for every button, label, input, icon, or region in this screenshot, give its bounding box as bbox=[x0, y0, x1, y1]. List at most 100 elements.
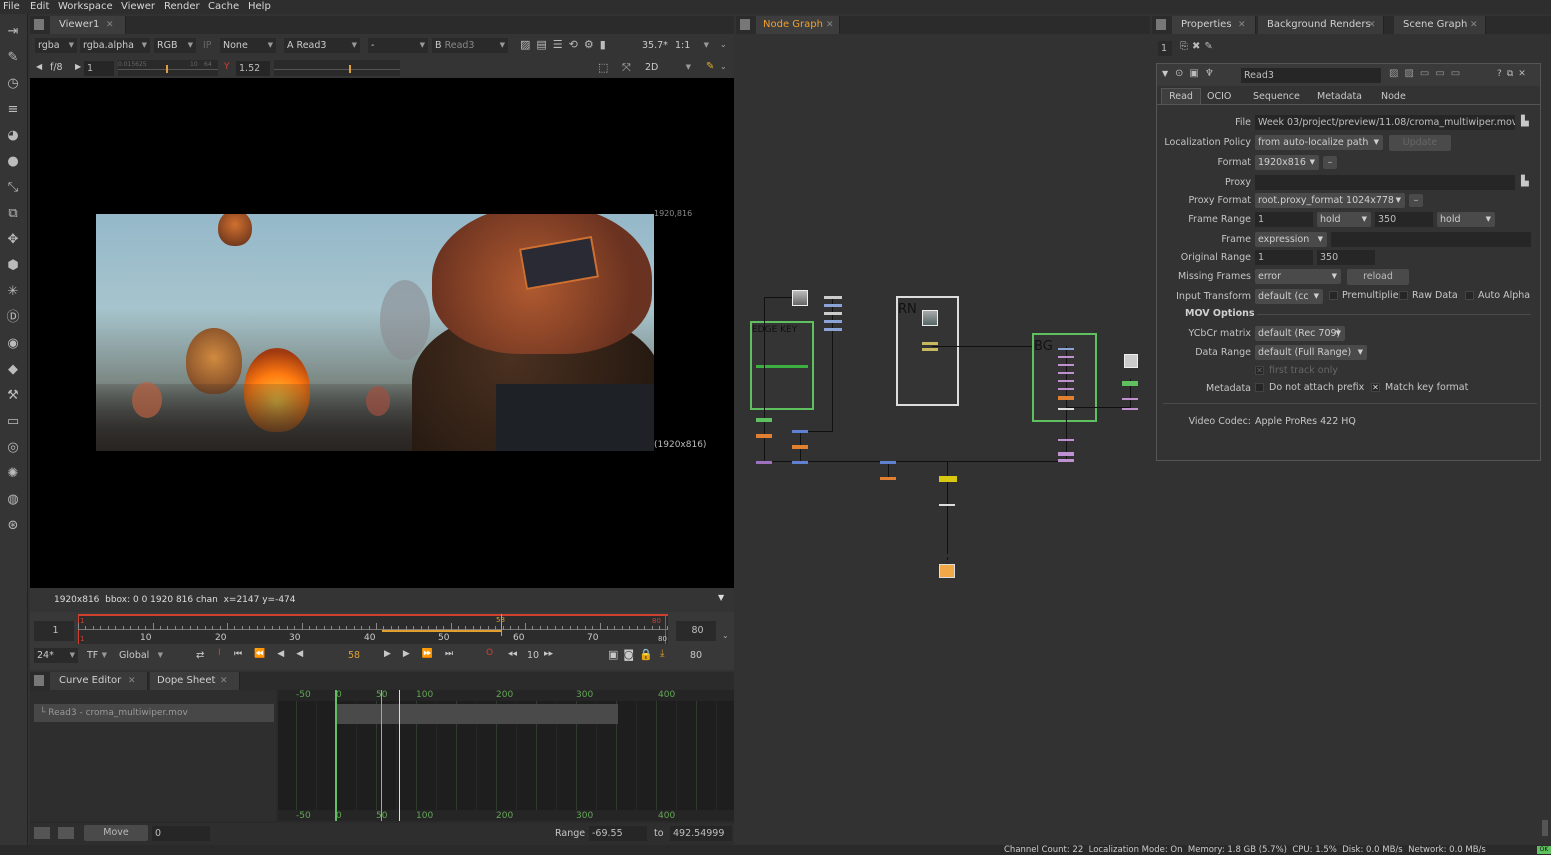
node[interactable] bbox=[1058, 372, 1074, 374]
time-tool-icon[interactable]: ◷ bbox=[5, 76, 21, 92]
image-tool-icon[interactable]: ⇥ bbox=[5, 24, 21, 40]
track-row[interactable]: └ Read3 - croma_multiwiper.mov bbox=[34, 704, 274, 722]
tab-node[interactable]: Node bbox=[1381, 89, 1406, 104]
view-mode-dropdown[interactable]: 2D ▼ bbox=[642, 60, 694, 75]
collapse-icon[interactable]: ▼ bbox=[1162, 69, 1168, 78]
raw-data-checkbox[interactable] bbox=[1399, 291, 1408, 300]
panel-menu-icon[interactable] bbox=[1156, 19, 1166, 30]
node[interactable] bbox=[1058, 348, 1074, 350]
format-edit-button[interactable]: – bbox=[1323, 156, 1337, 169]
reload-button[interactable]: reload bbox=[1347, 269, 1409, 285]
close-icon[interactable]: ✕ bbox=[826, 16, 834, 34]
cara-tool-icon[interactable]: ✺ bbox=[5, 466, 21, 482]
draw-tool-icon[interactable]: ✎ bbox=[5, 50, 21, 66]
node[interactable] bbox=[792, 445, 808, 449]
3d-tool-icon[interactable]: ⬢ bbox=[5, 258, 21, 274]
fstop-left-icon[interactable]: ◀ bbox=[36, 62, 42, 71]
node-canvas[interactable]: EDGE KEY RN BG bbox=[736, 34, 1150, 845]
data-range-dropdown[interactable]: default (Full Range) ▼ bbox=[1255, 345, 1367, 360]
zoom-value[interactable]: 35.7* bbox=[642, 40, 668, 51]
tab-node-graph[interactable]: Node Graph ✕ bbox=[756, 16, 840, 34]
step-fwd-icon[interactable]: ▸▸ bbox=[544, 649, 553, 659]
close-icon[interactable]: ✕ bbox=[1470, 16, 1478, 34]
tab-curve-editor[interactable]: Curve Editor ✕ bbox=[50, 672, 148, 690]
after-dropdown[interactable]: hold ▼ bbox=[1437, 212, 1495, 227]
tab-metadata[interactable]: Metadata bbox=[1317, 89, 1362, 104]
input-transform-dropdown[interactable]: default (cc ▼ bbox=[1255, 289, 1323, 304]
footer-icon-2[interactable] bbox=[58, 827, 74, 839]
proxy-field[interactable] bbox=[1255, 175, 1515, 190]
node[interactable] bbox=[756, 461, 772, 464]
tab-dope-sheet[interactable]: Dope Sheet ✕ bbox=[150, 672, 240, 690]
display-dropdown[interactable]: RGB ▼ bbox=[154, 38, 196, 53]
info-toggle-icon[interactable]: ▼ bbox=[718, 593, 724, 602]
furnace-tool-icon[interactable]: ◎ bbox=[5, 440, 21, 456]
menu-viewer[interactable]: Viewer bbox=[121, 0, 155, 13]
keyer-tool-icon[interactable]: ⤡ bbox=[5, 180, 21, 196]
node[interactable] bbox=[792, 461, 808, 464]
particles-tool-icon[interactable]: ✳ bbox=[5, 284, 21, 300]
node[interactable] bbox=[824, 328, 842, 331]
node-window-icons[interactable]: ?⧉✕ bbox=[1497, 69, 1531, 79]
input-a-dropdown[interactable]: A Read3 ▼ bbox=[284, 38, 360, 53]
fstop-value[interactable]: f/8 bbox=[50, 62, 63, 73]
viewer-icon-group[interactable]: ▨▤☰⟲⚙▮ bbox=[520, 38, 630, 53]
file-field[interactable]: Week 03/project/preview/11.08/croma_mult… bbox=[1255, 115, 1515, 130]
transform-tool-icon[interactable]: ✥ bbox=[5, 232, 21, 248]
node[interactable] bbox=[880, 477, 896, 480]
ip-button[interactable]: IP bbox=[200, 38, 216, 53]
rn-node-thumb[interactable] bbox=[922, 310, 938, 326]
props-toolbar-icons[interactable]: ⎘✖✎ bbox=[1180, 41, 1217, 52]
frame-field[interactable]: 1 bbox=[84, 61, 114, 76]
channel-tool-icon[interactable]: ≡ bbox=[5, 102, 21, 118]
alpha-dropdown[interactable]: rgba.alpha ▼ bbox=[80, 38, 150, 53]
original-start[interactable]: 1 bbox=[1255, 250, 1313, 265]
menu-render[interactable]: Render bbox=[164, 0, 200, 13]
color-tool-icon[interactable]: ◕ bbox=[5, 128, 21, 144]
step-value[interactable]: 10 bbox=[527, 650, 539, 661]
missing-frames-dropdown[interactable]: error ▼ bbox=[1255, 269, 1341, 284]
expand-icon[interactable]: ⌄ bbox=[720, 40, 727, 49]
node[interactable] bbox=[922, 342, 938, 345]
folder-icon[interactable]: ▙ bbox=[1521, 116, 1529, 127]
tab-ocio[interactable]: OCIO bbox=[1207, 89, 1231, 104]
tab-read[interactable]: Read bbox=[1161, 88, 1201, 104]
metadata-tool-icon[interactable]: ◆ bbox=[5, 362, 21, 378]
node[interactable] bbox=[824, 312, 842, 315]
timeline-ruler[interactable]: 1 80 1 80 10 20 30 40 50 60 70 58 bbox=[78, 614, 668, 644]
channels-dropdown[interactable]: rgba ▼ bbox=[35, 38, 77, 53]
timeline-expand-icon[interactable]: ⌄ bbox=[722, 631, 729, 640]
match-key-checkbox[interactable]: ✕ bbox=[1371, 383, 1380, 392]
dope-sheet-area[interactable]: -50 0 50 100 200 300 400 -50 0 50 100 20… bbox=[278, 690, 734, 821]
tab-sequence[interactable]: Sequence bbox=[1253, 89, 1300, 104]
close-icon[interactable]: ✕ bbox=[1238, 16, 1246, 34]
tab-viewer1[interactable]: Viewer1 ✕ bbox=[50, 16, 126, 34]
clip-bar[interactable] bbox=[336, 704, 618, 724]
write-node[interactable] bbox=[939, 564, 955, 578]
frame-expression-field[interactable] bbox=[1331, 232, 1531, 247]
views-tool-icon[interactable]: ◉ bbox=[5, 336, 21, 352]
ycbcr-dropdown[interactable]: default (Rec 709) ▼ bbox=[1255, 326, 1345, 341]
gain-slider[interactable]: 0.015625 10 64 bbox=[118, 60, 218, 76]
playback-mode-icons[interactable]: ▣◙🔒 bbox=[608, 648, 658, 661]
viewer-node[interactable] bbox=[1124, 354, 1138, 368]
gamma-slider[interactable] bbox=[274, 60, 400, 76]
loop-icon[interactable]: ⇄ bbox=[196, 650, 204, 661]
roi-icon[interactable]: ⬚ bbox=[598, 61, 608, 74]
bokeh-tool-icon[interactable]: ◍ bbox=[5, 492, 21, 508]
frame-range-start[interactable]: 1 bbox=[1255, 212, 1313, 227]
cache-icon[interactable]: ⤓ bbox=[660, 648, 664, 659]
move-field[interactable]: 0 bbox=[152, 826, 210, 841]
node[interactable] bbox=[880, 461, 896, 464]
node[interactable] bbox=[1058, 452, 1074, 456]
max-panels-field[interactable]: 1 bbox=[1158, 41, 1172, 56]
transport-back-icons[interactable]: ⏮⏪◀◀ bbox=[234, 649, 315, 659]
transform-handle-icon[interactable]: ⤧ bbox=[622, 61, 631, 75]
move-button[interactable]: Move bbox=[84, 825, 148, 841]
in-point-icon[interactable]: I bbox=[218, 648, 230, 663]
frame-range-end[interactable]: 350 bbox=[1375, 212, 1433, 227]
timeline-start[interactable]: 1 bbox=[34, 621, 74, 641]
fps-dropdown[interactable]: 24* ▼ bbox=[34, 648, 78, 663]
node-header-icons[interactable]: ⊙▣♆ bbox=[1175, 68, 1220, 79]
original-end[interactable]: 350 bbox=[1317, 250, 1375, 265]
